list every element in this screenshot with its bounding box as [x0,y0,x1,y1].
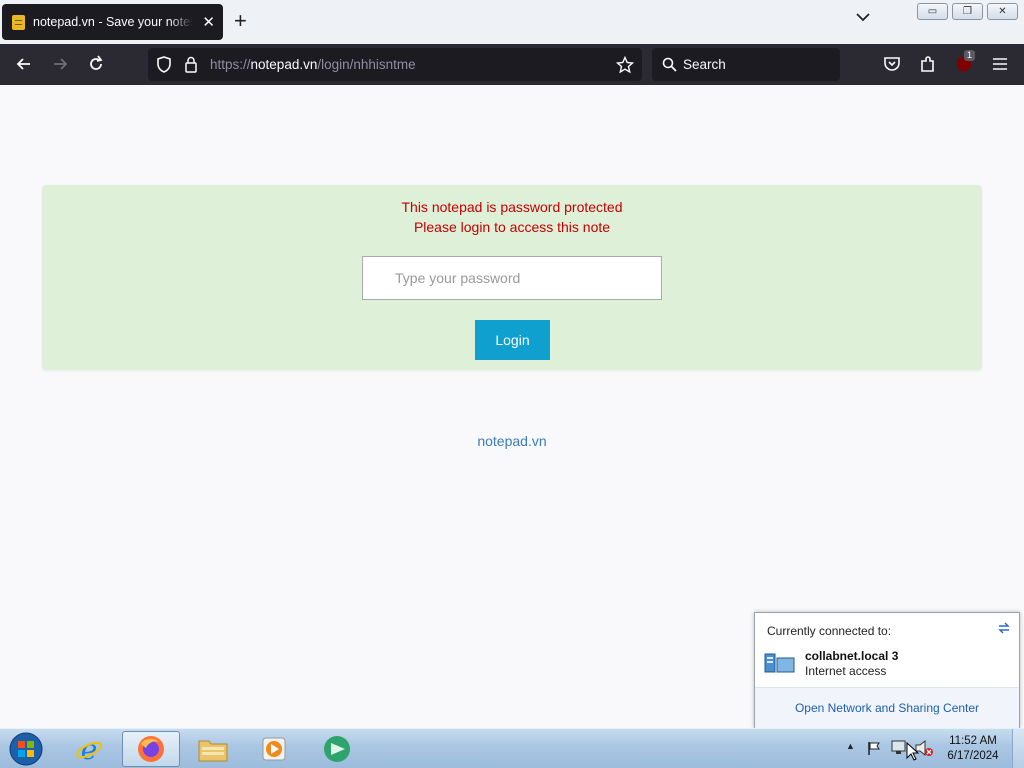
bookmark-star-icon[interactable] [616,56,634,74]
refresh-network-icon[interactable] [997,621,1011,635]
tab-title: notepad.vn - Save your notes, s [33,15,193,29]
address-bar[interactable]: https://notepad.vn/login/nhhisntme [148,48,642,81]
windows-explorer-taskbar-button[interactable] [184,731,242,767]
network-name: collabnet.local 3 [805,649,899,663]
back-arrow-icon[interactable] [14,54,34,74]
system-clock[interactable]: 11:52 AM 6/17/2024 [940,734,1006,764]
clock-time: 11:52 AM [949,735,997,747]
pocket-icon[interactable] [882,54,902,74]
network-flyout: Currently connected to: collabnet.local … [754,612,1020,728]
internet-explorer-taskbar-button[interactable]: e [60,731,118,767]
network-status: Internet access [805,664,887,678]
network-sharing-center-link[interactable]: Open Network and Sharing Center [755,701,1019,715]
internet-explorer-icon: e [76,734,102,764]
password-input[interactable] [362,256,662,300]
app-icon [324,736,350,762]
url-text[interactable]: https://notepad.vn/login/nhhisntme [210,57,416,72]
navigation-toolbar: https://notepad.vn/login/nhhisntme Searc… [0,44,1024,85]
folder-icon [198,740,228,762]
taskbar: e ▲ 11:52 AM 6/17/2024 [0,728,1024,768]
start-orb-icon[interactable] [7,731,45,767]
mouse-cursor-icon [906,742,920,761]
list-all-tabs-chevron-icon[interactable] [856,12,870,22]
search-bar[interactable]: Search [652,48,840,81]
network-domain-icon [764,653,795,673]
svg-text:e: e [81,734,98,764]
clock-date: 6/17/2024 [947,750,999,762]
window-controls: ▭ ❐ ✕ [917,3,1018,20]
protected-message: This notepad is password protected [401,199,623,215]
login-button[interactable]: Login [475,320,550,360]
firefox-icon [138,736,164,762]
login-panel: This notepad is password protected Pleas… [42,185,982,370]
show-desktop-button[interactable] [1012,729,1024,768]
notepad-favicon-icon [12,14,25,30]
firefox-taskbar-button[interactable] [122,731,180,767]
restore-button[interactable]: ❐ [952,3,983,20]
flyout-footer: Open Network and Sharing Center [755,687,1019,728]
new-tab-button[interactable]: + [234,10,247,32]
tab-strip: notepad.vn - Save your notes, s ✕ + ▭ ❐ … [0,0,1024,44]
search-placeholder: Search [683,57,726,72]
extension-badge: 1 [964,50,976,61]
action-center-flag-icon[interactable] [866,740,882,756]
media-player-icon [262,737,286,761]
tab-close-icon[interactable]: ✕ [202,13,215,31]
media-player-taskbar-button[interactable] [246,731,304,767]
minimize-button[interactable]: ▭ [917,3,948,20]
flyout-header: Currently connected to: [767,624,892,638]
login-instruction: Please login to access this note [413,219,611,235]
hamburger-menu-icon[interactable] [990,54,1010,74]
lock-icon[interactable] [184,56,198,73]
extensions-puzzle-icon[interactable] [918,54,938,74]
search-icon [662,57,677,72]
reload-icon[interactable] [86,54,106,74]
site-home-link[interactable]: notepad.vn [0,433,1024,449]
show-hidden-icons-icon[interactable]: ▲ [846,741,855,751]
forward-arrow-icon[interactable] [50,54,70,74]
close-window-button[interactable]: ✕ [987,3,1018,20]
shield-icon[interactable] [156,56,172,73]
app-taskbar-button[interactable] [308,731,366,767]
browser-tab[interactable]: notepad.vn - Save your notes, s ✕ [2,4,223,40]
